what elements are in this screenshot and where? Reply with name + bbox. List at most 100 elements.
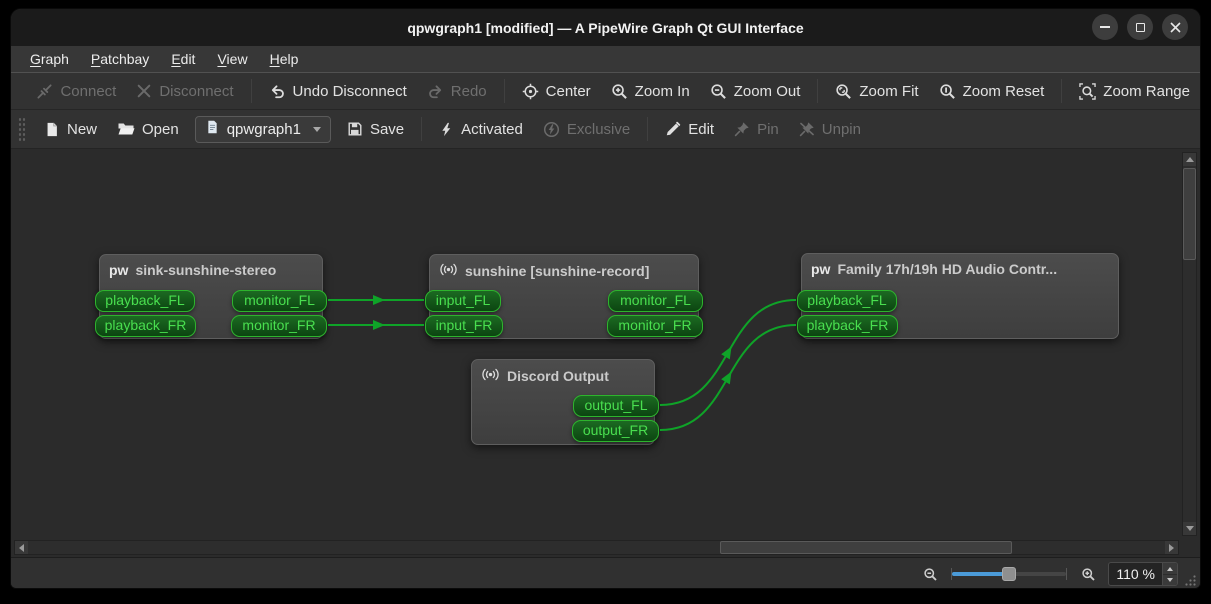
unpin-icon (799, 121, 815, 137)
port-input[interactable]: playback_FR (797, 315, 898, 337)
window-resize-grip[interactable] (1183, 573, 1197, 587)
edit-button[interactable]: Edit (655, 114, 724, 144)
node-discord-output[interactable]: Discord Output output_FL output_FR (471, 359, 659, 445)
pipewire-icon: pw (811, 261, 831, 277)
status-bar: 110 % (11, 557, 1200, 588)
edit-pencil-icon (665, 121, 681, 137)
zoom-in-button[interactable]: Zoom In (601, 76, 700, 106)
vertical-scrollbar[interactable] (1182, 152, 1197, 536)
disconnect-button[interactable]: Disconnect (126, 76, 243, 106)
menu-view[interactable]: View (206, 49, 258, 69)
zoom-out-button[interactable]: Zoom Out (700, 76, 811, 106)
spin-down-button[interactable] (1163, 574, 1177, 585)
undo-disconnect-button[interactable]: Undo Disconnect (259, 76, 417, 106)
zoom-reset-button[interactable]: Zoom Reset (929, 76, 1055, 106)
zoom-percent-value: 110 % (1116, 566, 1155, 582)
stream-icon (439, 262, 458, 280)
port-input[interactable]: playback_FR (95, 315, 196, 337)
link-output-fr-to-playback-fr (659, 324, 797, 431)
node-title: Family 17h/19h HD Audio Contr... (837, 261, 1058, 277)
save-icon (347, 121, 363, 137)
zoom-fit-button[interactable]: Zoom Fit (825, 76, 928, 106)
menu-bar: Graph Patchbay Edit View Help (11, 46, 1200, 72)
close-button[interactable] (1162, 14, 1188, 40)
graph-canvas[interactable]: pw sink-sunshine-stereo playback_FL play… (11, 149, 1200, 557)
undo-icon (269, 83, 286, 100)
node-sunshine[interactable]: sunshine [sunshine-record] input_FL inpu… (425, 254, 703, 339)
port-input[interactable]: input_FL (425, 290, 501, 312)
pipewire-icon: pw (109, 262, 129, 278)
triangle-up-icon (1167, 566, 1173, 571)
center-button[interactable]: Center (512, 76, 601, 106)
scroll-right-button[interactable] (1165, 541, 1178, 554)
minimize-icon (1100, 26, 1110, 28)
zoom-out-small-icon (924, 567, 937, 581)
zoom-range-button[interactable]: Zoom Range (1069, 76, 1200, 106)
minimize-button[interactable] (1092, 14, 1118, 40)
maximize-button[interactable] (1127, 14, 1153, 40)
exclusive-bolt-icon (543, 121, 560, 138)
pin-icon (734, 121, 750, 137)
horizontal-scroll-thumb[interactable] (720, 541, 1012, 554)
window-title: qpwgraph1 [modified] — A PipeWire Graph … (407, 19, 804, 36)
port-output[interactable]: monitor_FR (607, 315, 703, 337)
title-bar[interactable]: qpwgraph1 [modified] — A PipeWire Graph … (11, 9, 1200, 46)
node-title: Discord Output (507, 368, 609, 384)
zoom-slider-handle[interactable] (1002, 567, 1017, 581)
patchbay-file-icon (205, 119, 220, 139)
connections-layer (328, 295, 797, 431)
port-input[interactable]: playback_FL (95, 290, 195, 312)
pin-button[interactable]: Pin (724, 114, 789, 144)
chevron-down-icon (312, 126, 321, 132)
exclusive-button[interactable]: Exclusive (533, 114, 640, 144)
statusbar-zoom-out-button[interactable] (918, 563, 942, 585)
zoom-slider[interactable] (950, 565, 1068, 583)
open-folder-icon (117, 121, 135, 137)
port-input[interactable]: input_FR (425, 315, 503, 337)
open-button[interactable]: Open (107, 114, 189, 144)
port-output[interactable]: monitor_FR (231, 315, 327, 337)
spin-up-button[interactable] (1163, 563, 1177, 574)
port-output[interactable]: monitor_FL (232, 290, 327, 312)
menu-graph[interactable]: Graph (19, 49, 80, 69)
node-sink-sunshine-stereo[interactable]: pw sink-sunshine-stereo playback_FL play… (95, 254, 327, 339)
window-controls (1092, 14, 1188, 40)
port-output[interactable]: output_FR (572, 420, 659, 442)
connect-icon (36, 83, 53, 100)
zoom-reset-icon (939, 83, 956, 100)
horizontal-scrollbar[interactable] (14, 540, 1179, 555)
redo-button[interactable]: Redo (417, 76, 497, 106)
menu-patchbay[interactable]: Patchbay (80, 49, 160, 69)
triangle-up-icon (1185, 157, 1194, 162)
toolbar-separator (647, 117, 649, 141)
port-input[interactable]: playback_FL (797, 290, 897, 312)
port-output[interactable]: monitor_FL (608, 290, 703, 312)
port-output[interactable]: output_FL (573, 395, 659, 417)
scroll-left-button[interactable] (15, 541, 28, 554)
zoom-percent-spinbox[interactable]: 110 % (1108, 562, 1178, 586)
statusbar-zoom-in-button[interactable] (1076, 563, 1100, 585)
patchbay-select[interactable]: qpwgraph1 (194, 115, 331, 143)
toolbar-drag-handle[interactable] (18, 117, 26, 141)
unpin-button[interactable]: Unpin (789, 114, 871, 144)
app-window: qpwgraph1 [modified] — A PipeWire Graph … (10, 8, 1201, 589)
zoom-in-small-icon (1082, 567, 1095, 581)
triangle-left-icon (19, 543, 24, 552)
scroll-down-button[interactable] (1183, 522, 1196, 535)
patchbay-toolbar: New Open qpwgraph1 Save Activated Exclus… (11, 110, 1200, 149)
menu-edit[interactable]: Edit (160, 49, 206, 69)
scroll-up-button[interactable] (1183, 153, 1196, 166)
node-title: sunshine [sunshine-record] (465, 263, 650, 279)
menu-help[interactable]: Help (259, 49, 310, 69)
new-button[interactable]: New (34, 114, 107, 144)
graph-toolbar: Connect Disconnect Undo Disconnect Redo … (11, 72, 1200, 110)
vertical-scroll-thumb[interactable] (1183, 168, 1196, 260)
node-family-hd-audio[interactable]: pw Family 17h/19h HD Audio Contr... play… (797, 253, 1119, 339)
triangle-down-icon (1185, 526, 1194, 531)
activated-button[interactable]: Activated (429, 114, 533, 144)
close-icon (1169, 21, 1181, 33)
disconnect-icon (136, 83, 152, 99)
toolbar-separator (503, 79, 505, 103)
connect-button[interactable]: Connect (26, 76, 126, 106)
save-button[interactable]: Save (337, 114, 414, 144)
